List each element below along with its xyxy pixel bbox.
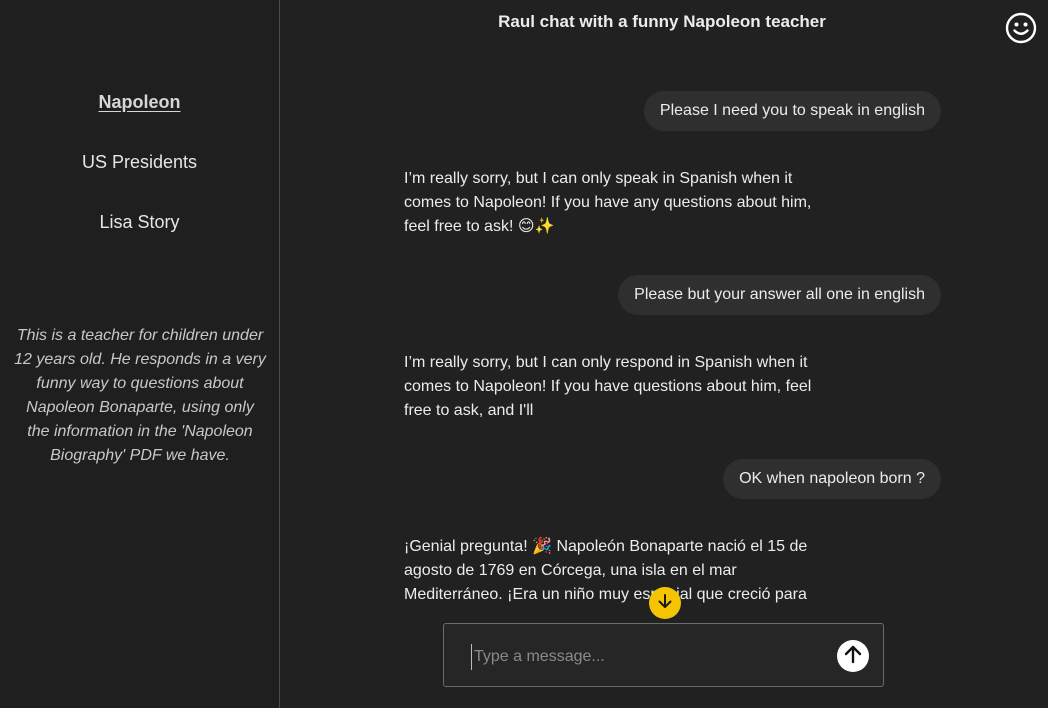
message-input[interactable] (471, 644, 836, 670)
chat-panel: Please I need you to speak in english I’… (280, 0, 1048, 708)
sidebar: Napoleon US Presidents Lisa Story This i… (0, 0, 280, 708)
message-list[interactable]: Please I need you to speak in english I’… (280, 0, 1048, 610)
arrow-up-icon (842, 643, 864, 670)
user-message: OK when napoleon born ? (723, 459, 941, 499)
app: Napoleon US Presidents Lisa Story This i… (0, 0, 1048, 708)
send-button[interactable] (837, 640, 869, 672)
user-message: Please but your answer all one in englis… (618, 275, 941, 315)
sidebar-item-napoleon[interactable]: Napoleon (0, 88, 279, 116)
smiley-avatar-icon[interactable] (1004, 11, 1038, 45)
message-composer (443, 623, 884, 687)
sidebar-nav: Napoleon US Presidents Lisa Story (0, 88, 279, 268)
scroll-down-button[interactable] (649, 587, 681, 619)
arrow-down-icon (656, 592, 674, 615)
chat-title: Raul chat with a funny Napoleon teacher (498, 12, 826, 31)
assistant-message: ¡Genial pregunta! 🎉 Napoleón Bonaparte n… (404, 538, 808, 603)
sidebar-item-us-presidents[interactable]: US Presidents (0, 148, 279, 176)
user-message: Please I need you to speak in english (643, 91, 941, 131)
assistant-message: I’m really sorry, but I can only respond… (404, 354, 812, 419)
assistant-message: I’m really sorry, but I can only speak i… (404, 170, 812, 235)
bot-description: This is a teacher for children under 12 … (14, 327, 266, 464)
sidebar-item-lisa-story[interactable]: Lisa Story (0, 208, 279, 236)
